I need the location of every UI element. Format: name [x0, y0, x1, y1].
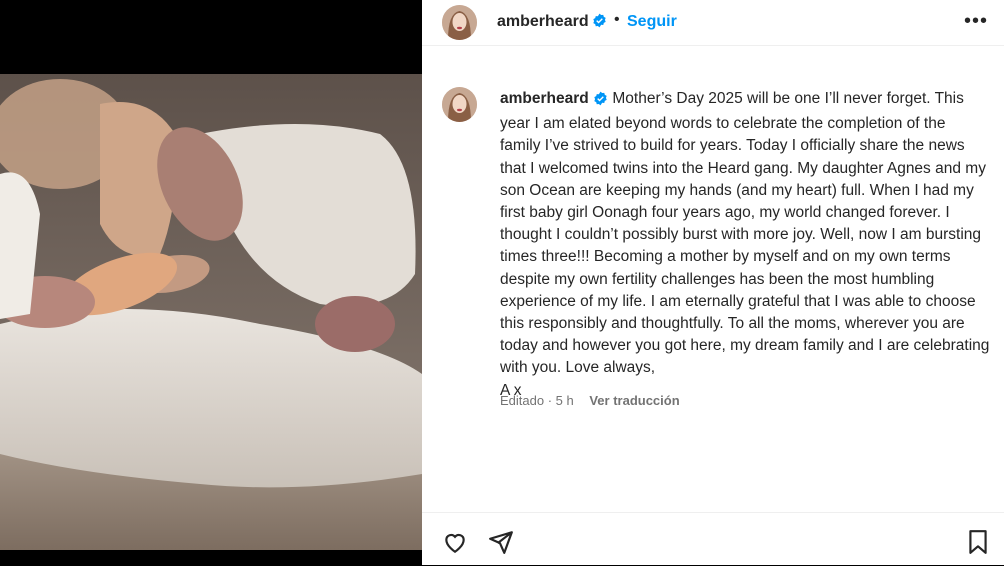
header-separator: • — [614, 11, 620, 28]
verified-badge-icon — [593, 91, 608, 113]
bookmark-icon[interactable] — [966, 529, 990, 560]
verified-badge-icon — [592, 13, 607, 33]
more-options-icon[interactable]: ••• — [964, 10, 988, 33]
post-timestamp: Editado · 5 h — [500, 393, 574, 408]
caption-avatar[interactable] — [442, 87, 477, 122]
post-actions-bar — [422, 512, 1004, 566]
paper-plane-icon[interactable] — [488, 529, 514, 560]
post-meta: Editado · 5 h Ver traducción — [500, 393, 680, 408]
post-caption: amberheard Mother’s Day 2025 will be one… — [500, 88, 990, 402]
avatar[interactable] — [442, 5, 477, 40]
see-translation-link[interactable]: Ver traducción — [589, 393, 679, 408]
header-username[interactable]: amberheard — [497, 13, 589, 31]
post-photo[interactable] — [0, 74, 422, 550]
follow-button[interactable]: Seguir — [627, 13, 677, 31]
heart-icon[interactable] — [442, 529, 468, 560]
baby-feet-photo — [0, 74, 422, 550]
post-header: amberheard • Seguir ••• — [422, 0, 1004, 46]
caption-text: Mother’s Day 2025 will be one I’ll never… — [500, 90, 990, 377]
caption-username[interactable]: amberheard — [500, 90, 589, 107]
post-details-panel: amberheard • Seguir ••• amberheard Mothe… — [422, 0, 1004, 565]
post-media — [0, 0, 422, 565]
